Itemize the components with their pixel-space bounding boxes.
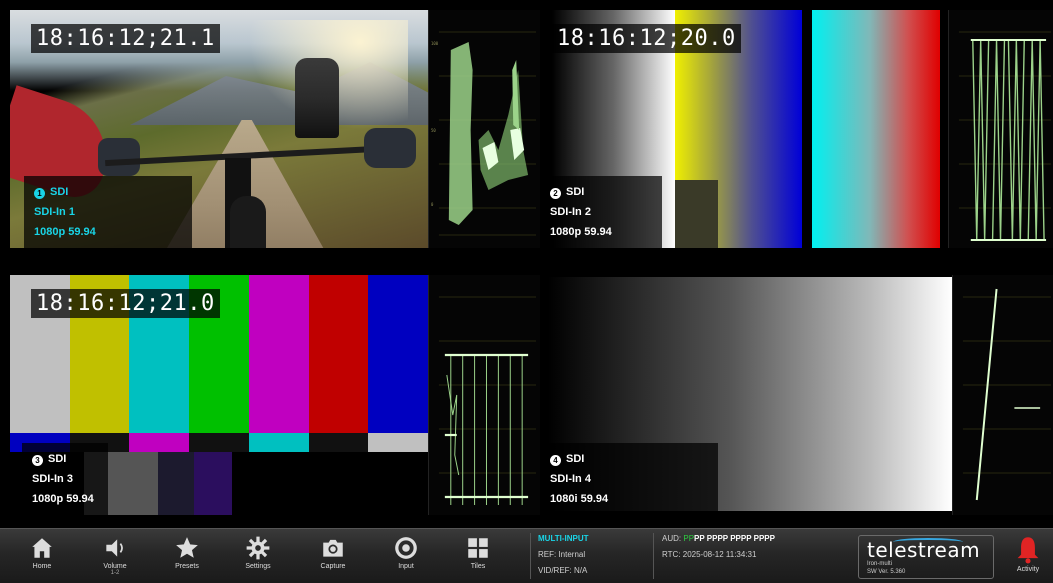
input-format: 1080p 59.94 (550, 226, 612, 238)
volume-label: Volume (103, 563, 127, 570)
tile-3[interactable]: 18:16:12;21.0 3 SDI SDI-In 3 1080p 59.94 (0, 275, 540, 515)
audio-status: AUD: PPPP PPPP PPPP PPPP (662, 531, 775, 547)
bell-icon (1017, 537, 1039, 564)
tiles-icon (468, 538, 488, 558)
timecode: 18:16:12;21.0 (31, 289, 220, 318)
input-number-badge: 2 (550, 188, 561, 199)
volume-channel: 1-2 (110, 570, 120, 576)
pluge-navy (158, 452, 194, 515)
input-info: 4 SDI SDI-In 4 1080i 59.94 (540, 443, 718, 515)
audio-rtc-status: AUD: PPPP PPPP PPPP PPPP RTC: 2025-08-12… (662, 531, 775, 563)
input-number-badge: 1 (34, 188, 45, 199)
input-name: SDI-In 4 (550, 473, 591, 485)
input-button[interactable]: Input (378, 535, 434, 570)
audio-channels-active: PP (683, 534, 695, 543)
video-2: 18:16:12;20.0 2 SDI SDI-In 2 1080p 59.94 (540, 10, 940, 248)
mode-status: MULTI-INPUT REF: Internal VID/REF: N/A (538, 531, 589, 579)
input-name: SDI-In 2 (550, 206, 591, 218)
brand-logo: telestream Iron-multi SW Ver. 5.360 (858, 535, 994, 579)
vid-ref-status: VID/REF: N/A (538, 566, 588, 575)
presets-label: Presets (175, 563, 199, 570)
reference-status: REF: Internal (538, 550, 586, 559)
input-info: 2 SDI SDI-In 2 1080p 59.94 (540, 176, 662, 248)
logo-arc (893, 538, 963, 546)
input-type: SDI (566, 453, 585, 465)
input-number-badge: 3 (32, 455, 43, 466)
mode-label: MULTI-INPUT (538, 534, 589, 543)
settings-button[interactable]: Settings (230, 535, 286, 570)
waveform-scope-1: 100 50 0 (428, 10, 540, 248)
divider (530, 533, 531, 579)
tile-4[interactable]: 4 SDI SDI-In 4 1080i 59.94 (540, 275, 1053, 515)
black-gap (802, 10, 812, 248)
waveform-scope-4 (952, 275, 1053, 515)
audio-label: AUD: (662, 534, 682, 543)
activity-label: Activity (1016, 566, 1040, 573)
video-3: 18:16:12;21.0 3 SDI SDI-In 3 1080p 59.94 (10, 275, 428, 515)
input-format: 1080i 59.94 (550, 493, 609, 505)
audio-channels: PP PPPP PPPP PPPP (694, 534, 775, 543)
presets-button[interactable]: Presets (159, 535, 215, 570)
software-version: SW Ver. 5.360 (867, 569, 906, 575)
home-icon (32, 538, 52, 558)
dark-patch (675, 180, 718, 248)
waveform-scope-3 (428, 275, 540, 515)
waveform-scope-2 (948, 10, 1053, 248)
tile-1[interactable]: 18:16:12;21.1 1 SDI SDI-In 1 1080p 59.94 … (0, 10, 540, 248)
capture-button[interactable]: Capture (305, 535, 361, 570)
input-type: SDI (48, 453, 67, 465)
input-icon (395, 537, 417, 559)
divider (653, 533, 654, 579)
input-name: SDI-In 3 (32, 473, 73, 485)
volume-button[interactable]: Volume 1-2 (87, 535, 143, 576)
svg-text:0: 0 (431, 202, 434, 207)
timecode: 18:16:12;20.0 (552, 24, 741, 53)
input-number-badge: 4 (550, 455, 561, 466)
speaker-icon (106, 539, 123, 557)
gear-icon (246, 536, 270, 560)
video-1: 18:16:12;21.1 1 SDI SDI-In 1 1080p 59.94 (10, 10, 428, 248)
input-type: SDI (566, 186, 585, 198)
pluge-purple (194, 452, 232, 515)
timecode: 18:16:12;21.1 (31, 24, 220, 53)
input-info: 1 SDI SDI-In 1 1080p 59.94 (24, 176, 192, 248)
tiles-label: Tiles (470, 563, 486, 570)
input-name: SDI-In 1 (34, 206, 75, 218)
home-button[interactable]: Home (14, 535, 70, 570)
input-info: 3 SDI SDI-In 3 1080p 59.94 (22, 443, 108, 515)
home-label: Home (32, 563, 52, 570)
taskbar: Home Volume 1-2 Presets Settings Capture… (0, 528, 1053, 583)
input-format: 1080p 59.94 (32, 493, 94, 505)
rtc-clock: RTC: 2025-08-12 11:34:31 (662, 550, 757, 559)
camera-icon (323, 539, 343, 557)
input-type: SDI (50, 186, 69, 198)
activity-button[interactable]: Activity (1004, 535, 1052, 573)
tiles-button[interactable]: Tiles (450, 535, 506, 570)
settings-label: Settings (245, 563, 271, 570)
video-4: 4 SDI SDI-In 4 1080i 59.94 (540, 275, 952, 515)
star-icon (176, 537, 198, 558)
tile-2[interactable]: 18:16:12;20.0 2 SDI SDI-In 2 1080p 59.94 (540, 10, 1053, 248)
input-label: Input (398, 563, 414, 570)
capture-label: Capture (320, 563, 346, 570)
svg-text:100: 100 (431, 41, 439, 46)
cyan-red-ramp (812, 10, 940, 248)
svg-text:50: 50 (431, 128, 436, 133)
input-format: 1080p 59.94 (34, 226, 96, 238)
